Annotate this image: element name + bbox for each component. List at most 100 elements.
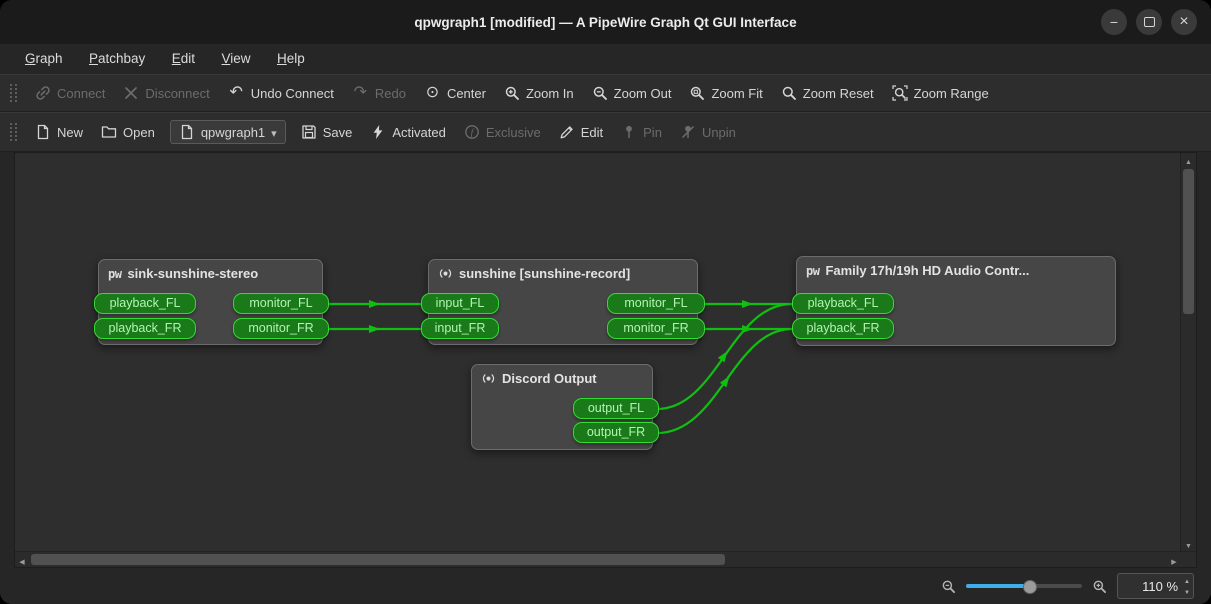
zoom-slider-handle[interactable] xyxy=(1023,580,1037,594)
connection-arrow xyxy=(720,374,733,388)
zoom-in-button[interactable]: Zoom In xyxy=(495,80,583,106)
horizontal-scroll-track[interactable] xyxy=(29,552,1167,567)
scroll-up-button[interactable] xyxy=(1181,153,1196,167)
monitor-icon xyxy=(438,266,453,281)
vertical-scrollbar[interactable] xyxy=(1180,153,1196,551)
zoom-reset-button[interactable]: Zoom Reset xyxy=(772,80,883,106)
scroll-left-button[interactable] xyxy=(15,552,29,567)
port-input-fr[interactable]: input_FR xyxy=(421,318,499,339)
exclusive-toggle[interactable]: Exclusive xyxy=(455,119,550,145)
edit-pencil-icon xyxy=(559,124,575,140)
graph-canvas[interactable]: sink-sunshine-stereo sunshine [sunshine-… xyxy=(15,153,1180,551)
center-button[interactable]: Center xyxy=(415,80,495,106)
minimize-button[interactable] xyxy=(1101,9,1127,35)
port-playback-fr[interactable]: playback_FR xyxy=(94,318,196,339)
zoom-reset-icon xyxy=(781,85,797,101)
port-playback-fl[interactable]: playback_FL xyxy=(792,293,894,314)
scroll-down-button[interactable] xyxy=(1181,537,1196,551)
zoom-out-icon xyxy=(941,579,956,594)
toolbar-drag-handle[interactable] xyxy=(10,123,17,141)
menubar: Graph Patchbay Edit View Help xyxy=(0,44,1211,74)
connection-arrow xyxy=(369,325,380,333)
port-output-fr[interactable]: output_FR xyxy=(573,422,659,443)
app-window: qpwgraph1 [modified] — A PipeWire Graph … xyxy=(0,0,1211,604)
horizontal-scrollbar[interactable] xyxy=(15,551,1196,567)
spin-up-icon[interactable] xyxy=(1184,575,1190,586)
vertical-scroll-thumb[interactable] xyxy=(1183,169,1194,314)
undo-connect-button[interactable]: Undo Connect xyxy=(219,80,343,106)
maximize-icon xyxy=(1144,17,1155,27)
port-output-fl[interactable]: output_FL xyxy=(573,398,659,419)
toolbar-graph: Connect Disconnect Undo Connect Redo Cen… xyxy=(0,74,1211,112)
connection-arrow xyxy=(742,300,753,308)
zoom-in-icon xyxy=(1092,579,1107,594)
pin-button[interactable]: Pin xyxy=(612,119,671,145)
menu-view[interactable]: View xyxy=(211,44,262,74)
unpin-button[interactable]: Unpin xyxy=(671,119,745,145)
port-playback-fr[interactable]: playback_FR xyxy=(792,318,894,339)
port-monitor-fr[interactable]: monitor_FR xyxy=(233,318,329,339)
center-icon xyxy=(424,85,441,101)
zoom-slider-fill xyxy=(966,584,1029,588)
node-header: sunshine [sunshine-record] xyxy=(429,260,697,285)
maximize-button[interactable] xyxy=(1136,9,1162,35)
activated-bolt-icon xyxy=(370,124,386,140)
caret-down-icon xyxy=(271,125,277,140)
port-monitor-fl[interactable]: monitor_FL xyxy=(233,293,329,314)
pipewire-icon xyxy=(108,267,121,281)
node-header: sink-sunshine-stereo xyxy=(99,260,322,285)
zoom-range-icon xyxy=(892,85,908,101)
node-header: Family 17h/19h HD Audio Contr... xyxy=(797,257,1115,282)
zoom-range-button[interactable]: Zoom Range xyxy=(883,80,998,106)
arrow-right-icon xyxy=(1171,551,1176,569)
save-button[interactable]: Save xyxy=(292,119,362,145)
node-title: Discord Output xyxy=(502,371,597,386)
menu-help[interactable]: Help xyxy=(266,44,316,74)
pipewire-icon xyxy=(806,264,819,278)
port-monitor-fl[interactable]: monitor_FL xyxy=(607,293,705,314)
port-monitor-fr[interactable]: monitor_FR xyxy=(607,318,705,339)
menu-graph[interactable]: Graph xyxy=(14,44,74,74)
scroll-right-button[interactable] xyxy=(1167,552,1181,567)
close-icon xyxy=(1179,13,1188,31)
node-header: Discord Output xyxy=(472,365,652,390)
new-file-icon xyxy=(35,124,51,140)
zoom-out-button[interactable]: Zoom Out xyxy=(583,80,681,106)
toolbar-drag-handle[interactable] xyxy=(10,84,17,102)
spin-down-icon[interactable] xyxy=(1184,586,1190,597)
node-title: Family 17h/19h HD Audio Contr... xyxy=(825,263,1029,278)
zoom-spinbox[interactable]: 110 % xyxy=(1117,573,1194,599)
connection-arrow xyxy=(742,325,753,333)
undo-icon xyxy=(228,85,245,101)
zoom-slider[interactable] xyxy=(966,577,1082,595)
pin-icon xyxy=(621,124,637,140)
port-playback-fl[interactable]: playback_FL xyxy=(94,293,196,314)
arrow-left-icon xyxy=(19,551,24,569)
new-button[interactable]: New xyxy=(26,119,92,145)
graph-view-frame: sink-sunshine-stereo sunshine [sunshine-… xyxy=(14,152,1197,568)
vertical-scroll-track[interactable] xyxy=(1181,167,1196,537)
zoom-in-icon xyxy=(504,85,520,101)
disconnect-button[interactable]: Disconnect xyxy=(114,80,218,106)
close-button[interactable] xyxy=(1171,9,1197,35)
redo-icon xyxy=(352,85,369,101)
activated-toggle[interactable]: Activated xyxy=(361,119,454,145)
port-input-fl[interactable]: input_FL xyxy=(421,293,499,314)
open-button[interactable]: Open xyxy=(92,119,164,145)
zoom-fit-icon xyxy=(689,85,705,101)
redo-button[interactable]: Redo xyxy=(343,80,415,106)
menu-patchbay[interactable]: Patchbay xyxy=(78,44,156,74)
connections-layer xyxy=(15,153,1180,551)
node-title: sunshine [sunshine-record] xyxy=(459,266,630,281)
patchbay-file-dropdown[interactable]: qpwgraph1 xyxy=(170,120,286,144)
minimize-icon xyxy=(1110,14,1118,30)
connect-button[interactable]: Connect xyxy=(26,80,114,106)
menu-edit[interactable]: Edit xyxy=(161,44,206,74)
zoom-fit-button[interactable]: Zoom Fit xyxy=(680,80,771,106)
scrollbar-corner xyxy=(1181,552,1196,567)
titlebar[interactable]: qpwgraph1 [modified] — A PipeWire Graph … xyxy=(0,0,1211,44)
edit-toggle[interactable]: Edit xyxy=(550,119,612,145)
disconnect-icon xyxy=(123,85,139,101)
horizontal-scroll-thumb[interactable] xyxy=(31,554,725,565)
save-icon xyxy=(301,124,317,140)
